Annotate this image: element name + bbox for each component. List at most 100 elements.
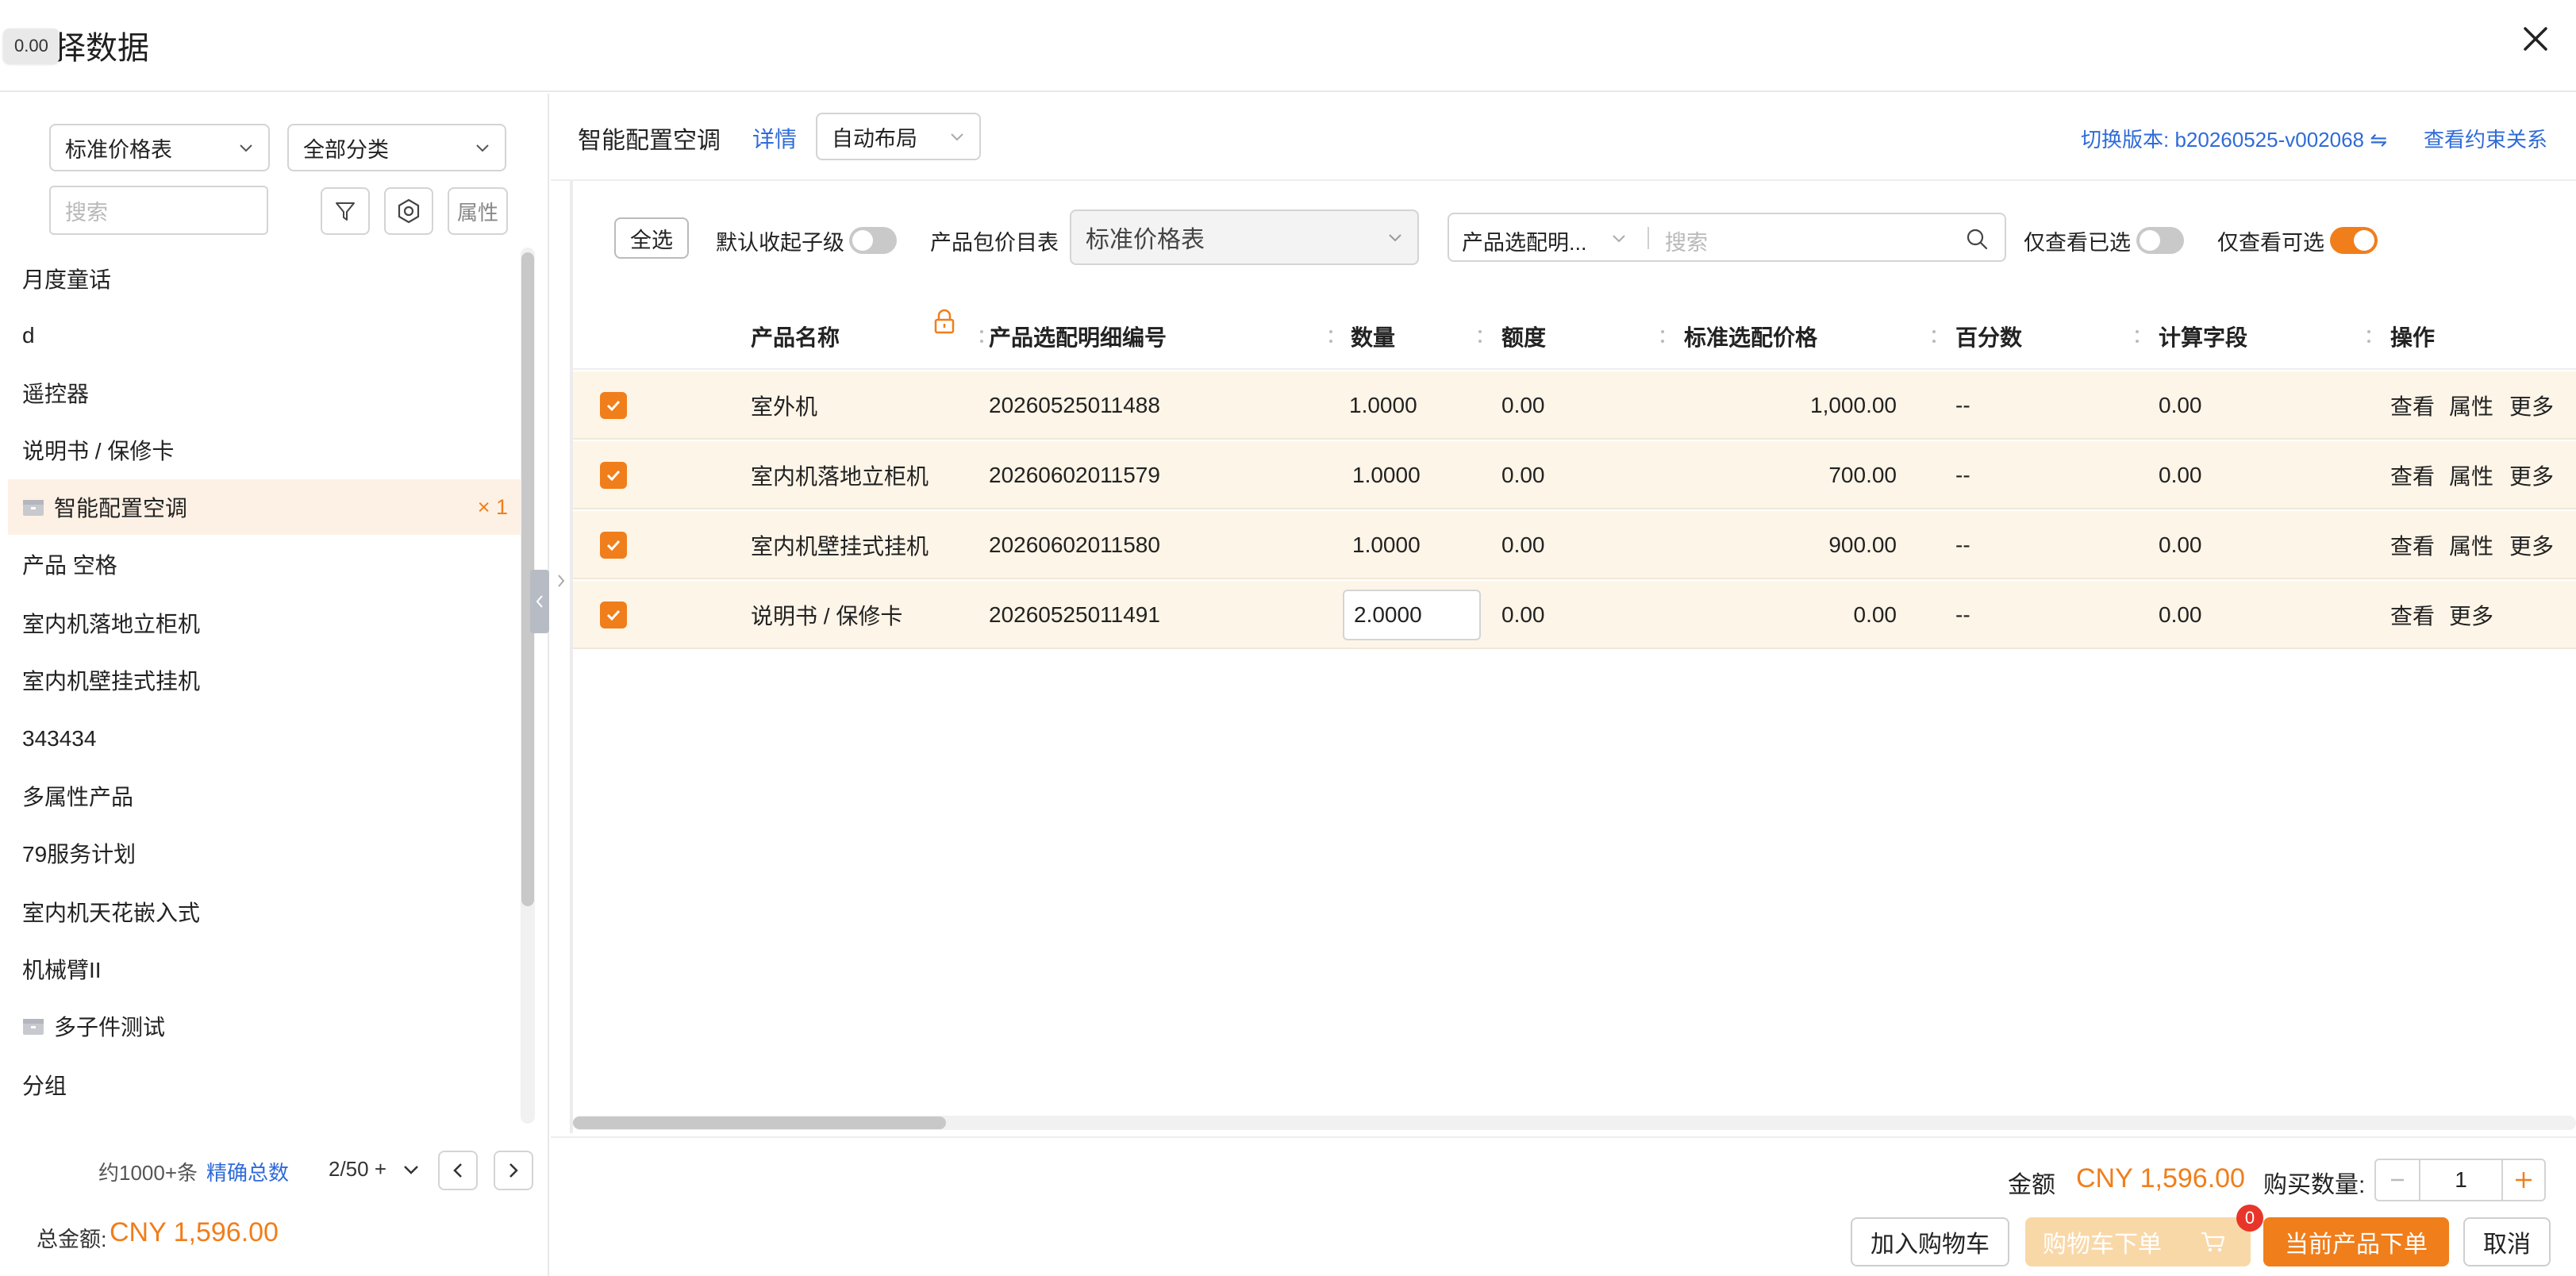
list-item[interactable]: 产品 空格 (8, 536, 521, 592)
price-list-select[interactable]: 标准价格表 (49, 124, 270, 171)
view-link[interactable]: 查看 (2390, 441, 2435, 509)
column-header[interactable]: 计算字段 (2159, 321, 2247, 352)
column-header[interactable]: 产品选配明细编号 (989, 321, 1167, 352)
product-name-link[interactable]: 室内机壁挂式挂机 (751, 511, 929, 579)
cart-order-button[interactable]: 购物车下单 (2025, 1217, 2251, 1266)
attr-button[interactable]: 属性 (448, 187, 508, 235)
table-row[interactable]: 说明书 / 保修卡 20260525011491 2.0000 0.00 0.0… (573, 581, 2576, 649)
only-available-toggle[interactable] (2330, 227, 2378, 254)
page-dropdown-chevron-icon[interactable] (402, 1162, 421, 1179)
list-item[interactable]: 343434 (8, 711, 521, 767)
column-header[interactable]: 数量 (1351, 321, 1395, 352)
quantity[interactable]: 1.0000 (1352, 511, 1421, 579)
list-item[interactable]: 月度童话 (8, 251, 521, 306)
list-item-selected[interactable]: 智能配置空调 × 1 (8, 479, 521, 535)
column-header[interactable]: 额度 (1501, 321, 1546, 352)
add-to-cart-button[interactable]: 加入购物车 (1851, 1217, 2009, 1266)
row-checkbox[interactable] (600, 392, 627, 419)
table-scrollbar-thumb[interactable] (573, 1116, 946, 1129)
list-item[interactable]: 室内机天花嵌入式 (8, 884, 521, 940)
list-item[interactable]: 分组 (8, 1057, 521, 1113)
column-resize-icon[interactable] (1476, 327, 1484, 346)
next-page-button[interactable] (494, 1151, 533, 1190)
list-item[interactable]: 79服务计划 (8, 825, 521, 881)
table-row[interactable]: 室外机 20260525011488 1.0000 0.00 1,000.00 … (573, 371, 2576, 440)
product-name-link[interactable]: 说明书 / 保修卡 (751, 581, 902, 649)
row-checkbox[interactable] (600, 532, 627, 559)
select-all-button[interactable]: 全选 (614, 217, 689, 259)
list-item[interactable]: 遥控器 (8, 365, 521, 421)
detail-code: 20260602011579 (989, 463, 1160, 487)
calc-field: 0.00 (2159, 393, 2202, 417)
decrement-button[interactable] (2376, 1160, 2420, 1200)
column-resize-icon[interactable] (1930, 327, 1938, 346)
field-select-value[interactable]: 产品选配明... (1462, 225, 1587, 256)
close-icon[interactable] (2516, 19, 2555, 59)
column-resize-icon[interactable] (1659, 327, 1667, 346)
more-link[interactable]: 更多 (2449, 581, 2493, 649)
price-list-field[interactable]: 标准价格表 (1070, 209, 1419, 265)
view-link[interactable]: 查看 (2390, 511, 2435, 579)
list-item[interactable]: 说明书 / 保修卡 (8, 422, 521, 478)
left-search-input[interactable]: 搜索 (49, 186, 268, 235)
switch-version-link[interactable]: 切换版本: b20260525-v002068 ⇋ (2081, 124, 2387, 153)
table-search-input[interactable]: 搜索 (1665, 225, 1708, 256)
list-item[interactable]: 多属性产品 (8, 768, 521, 824)
cancel-button[interactable]: 取消 (2463, 1217, 2551, 1266)
calc-field: 0.00 (2159, 463, 2202, 487)
list-item[interactable]: 机械臂II (8, 941, 521, 997)
list-item[interactable]: 多子件测试 (8, 998, 521, 1054)
more-link[interactable]: 更多 (2509, 441, 2554, 509)
purchase-qty-input[interactable]: 1 (2420, 1160, 2501, 1200)
list-item-label: 室内机落地立柜机 (22, 612, 201, 636)
column-resize-icon[interactable] (978, 327, 986, 346)
column-resize-icon[interactable] (2365, 327, 2373, 346)
lock-icon[interactable] (933, 308, 955, 335)
only-selected-toggle[interactable] (2136, 227, 2184, 254)
increment-button[interactable] (2501, 1160, 2544, 1200)
column-resize-icon[interactable] (2133, 327, 2141, 346)
column-resize-icon[interactable] (1327, 327, 1335, 346)
view-link[interactable]: 查看 (2390, 581, 2435, 649)
product-name-link[interactable]: 室内机落地立柜机 (751, 441, 929, 509)
table-row[interactable]: 室内机壁挂式挂机 20260602011580 1.0000 0.00 900.… (573, 511, 2576, 579)
view-link[interactable]: 查看 (2390, 371, 2435, 440)
column-header[interactable]: 产品名称 (751, 321, 840, 352)
row-checkbox[interactable] (600, 601, 627, 628)
exact-total-link[interactable]: 精确总数 (206, 1157, 289, 1186)
list-item[interactable]: 室内机落地立柜机 (8, 595, 521, 651)
standard-price: 900.00 (1828, 532, 1897, 557)
list-item[interactable]: d (8, 308, 521, 363)
filter-button[interactable] (321, 187, 370, 235)
prev-page-button[interactable] (438, 1151, 478, 1190)
search-icon[interactable] (1965, 227, 1989, 251)
column-header[interactable]: 标准选配价格 (1684, 321, 1817, 352)
selected-count: × 1 (477, 494, 508, 519)
purchase-qty-label: 购买数量: (2263, 1172, 2366, 1198)
attr-link[interactable]: 属性 (2449, 441, 2493, 509)
constraint-link[interactable]: 查看约束关系 (2424, 124, 2547, 153)
table-row[interactable]: 室内机落地立柜机 20260602011579 1.0000 0.00 700.… (573, 441, 2576, 509)
current-order-button[interactable]: 当前产品下单 (2263, 1217, 2449, 1266)
package-icon (23, 1019, 44, 1035)
product-name-link[interactable]: 室外机 (751, 371, 817, 440)
more-link[interactable]: 更多 (2509, 511, 2554, 579)
detail-link[interactable]: 详情 (752, 122, 797, 154)
collapse-children-toggle[interactable] (849, 227, 897, 254)
column-header[interactable]: 百分数 (1955, 321, 2022, 352)
quantity[interactable]: 1.0000 (1349, 371, 1417, 440)
quantity-input[interactable]: 2.0000 (1343, 590, 1481, 640)
more-link[interactable]: 更多 (2509, 371, 2554, 440)
row-checkbox[interactable] (600, 462, 627, 489)
table-header (573, 302, 2576, 370)
layout-select[interactable]: 自动布局 (816, 113, 981, 160)
collapse-panel-handle[interactable] (530, 570, 549, 633)
category-select[interactable]: 全部分类 (287, 124, 506, 171)
divider (551, 179, 2576, 181)
chevron-down-icon[interactable] (1611, 230, 1627, 246)
attr-link[interactable]: 属性 (2449, 511, 2493, 579)
attr-link[interactable]: 属性 (2449, 371, 2493, 440)
list-item[interactable]: 室内机壁挂式挂机 (8, 652, 521, 708)
quantity[interactable]: 1.0000 (1352, 441, 1421, 509)
settings-button[interactable] (384, 187, 433, 235)
